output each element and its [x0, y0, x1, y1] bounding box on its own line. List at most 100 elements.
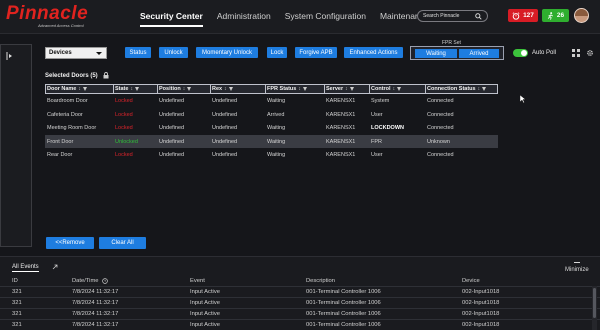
- sort-icon: ↕: [298, 86, 301, 92]
- event-type: Input Active: [190, 322, 220, 328]
- search-input[interactable]: [423, 13, 473, 19]
- event-row[interactable]: 321 7/8/2024 11:32:17 Input Active 001-T…: [0, 319, 600, 329]
- event-type: Input Active: [190, 311, 220, 317]
- col-position[interactable]: Position ↕: [158, 85, 211, 93]
- col-server[interactable]: Server ↕: [325, 85, 370, 93]
- col-door-name[interactable]: Door Name ↕: [46, 85, 114, 93]
- cell-connection: Connected: [427, 111, 454, 118]
- sort-icon: ↕: [78, 86, 81, 92]
- minimize-button[interactable]: Minimize: [565, 267, 589, 273]
- sort-icon: ↕: [130, 86, 133, 92]
- cell-server: KARENSX1: [326, 111, 356, 118]
- auto-poll-toggle[interactable]: [513, 49, 528, 57]
- cell-server: KARENSX1: [326, 98, 356, 104]
- nav-security-center[interactable]: Security Center: [140, 11, 203, 27]
- gear-icon[interactable]: [586, 49, 594, 57]
- alarm-count: 127: [523, 12, 534, 19]
- cell-state: Locked: [115, 125, 133, 132]
- selected-doors-title: Selected Doors (5): [45, 73, 98, 79]
- nav-administration[interactable]: Administration: [217, 11, 271, 27]
- col-datetime[interactable]: Date/Time: [72, 278, 99, 284]
- event-badge[interactable]: 26: [542, 9, 569, 22]
- col-id[interactable]: ID: [12, 278, 18, 284]
- cell-fpr-status: Arrived: [267, 111, 285, 118]
- event-id: 321: [12, 322, 22, 328]
- forgive-apb-button[interactable]: Forgive APB: [295, 47, 337, 58]
- event-id: 321: [12, 311, 22, 317]
- fpr-waiting-button[interactable]: Waiting: [415, 49, 457, 58]
- fpr-set-group: Waiting Arrived: [410, 46, 504, 60]
- table-row[interactable]: Boardroom Door Locked Undefined Undefine…: [45, 94, 498, 108]
- cell-connection: Unknown: [427, 138, 450, 145]
- col-device[interactable]: Device: [462, 278, 480, 284]
- device-tree-panel: [0, 44, 32, 247]
- cell-server: KARENSX1: [326, 125, 356, 132]
- event-datetime: 7/8/2024 11:32:17: [72, 311, 119, 317]
- cell-control: FPR: [371, 138, 382, 145]
- device-type-select[interactable]: Devices: [45, 47, 107, 59]
- pinnacle-logo[interactable]: Pinnacle Advanced Access Control: [6, 3, 106, 28]
- cell-door-name: Meeting Room Door: [47, 125, 97, 132]
- cell-server: KARENSX1: [326, 152, 356, 159]
- table-row[interactable]: Meeting Room Door Locked Undefined Undef…: [45, 121, 498, 135]
- event-row[interactable]: 321 7/8/2024 11:32:17 Input Active 001-T…: [0, 297, 600, 307]
- search-icon[interactable]: [475, 12, 482, 20]
- event-count: 26: [556, 12, 565, 19]
- lock-icon[interactable]: [103, 72, 109, 79]
- logo-wordmark: Pinnacle: [6, 3, 89, 24]
- logo-tagline: Advanced Access Control: [38, 23, 84, 28]
- table-header: Door Name ↕ State ↕ Position ↕ Rex ↕ FPR Sta…: [45, 84, 498, 94]
- filter-icon: [482, 87, 487, 91]
- col-connection-status[interactable]: Connection Status ↕: [426, 85, 497, 93]
- event-row[interactable]: 321 7/8/2024 11:32:17 Input Active 001-T…: [0, 286, 600, 296]
- status-button[interactable]: Status: [125, 47, 151, 58]
- col-rex[interactable]: Rex ↕: [211, 85, 266, 93]
- enhanced-actions-button[interactable]: Enhanced Actions: [344, 47, 403, 58]
- event-row[interactable]: 321 7/8/2024 11:32:17 Input Active 001-T…: [0, 308, 600, 318]
- cell-door-name: Rear Door: [47, 152, 73, 159]
- clock-icon: [102, 278, 108, 286]
- nav-system-configuration[interactable]: System Configuration: [285, 11, 366, 27]
- momentary-unlock-button[interactable]: Momentary Unlock: [196, 47, 258, 58]
- cell-door-name: Cafeteria Door: [47, 111, 83, 118]
- cell-connection: Connected: [427, 125, 454, 132]
- col-label: State: [115, 86, 129, 92]
- col-event[interactable]: Event: [190, 278, 205, 284]
- table-row[interactable]: Cafeteria Door Locked Undefined Undefine…: [45, 108, 498, 122]
- events-scrollbar[interactable]: [592, 286, 597, 330]
- auto-poll-label: Auto Poll: [532, 50, 557, 56]
- remove-button[interactable]: <<Remove: [46, 237, 94, 249]
- events-header: ID Date/Time Event Description Device: [0, 276, 600, 286]
- chevron-down-icon: [96, 52, 102, 55]
- cell-rex: Undefined: [212, 138, 238, 145]
- fpr-arrived-button[interactable]: Arrived: [459, 49, 499, 58]
- main-nav: Security Center Administration System Co…: [140, 11, 429, 27]
- col-fpr-status[interactable]: FPR Status ↕: [266, 85, 325, 93]
- event-type: Input Active: [190, 289, 220, 295]
- sort-icon: ↕: [224, 86, 227, 92]
- col-control[interactable]: Control ↕: [370, 85, 426, 93]
- unlock-button[interactable]: Unlock: [159, 47, 188, 58]
- col-label: Rex: [212, 86, 223, 92]
- panel-expand-icon[interactable]: [5, 51, 15, 61]
- table-row[interactable]: Front Door Unlocked Undefined Undefined …: [45, 134, 498, 149]
- alarm-badge[interactable]: 127: [508, 9, 538, 22]
- search-box[interactable]: [417, 10, 488, 22]
- col-label: Control: [371, 86, 391, 92]
- event-device: 002-Input1018: [462, 322, 500, 328]
- user-avatar[interactable]: [574, 8, 589, 23]
- top-bar: Pinnacle Advanced Access Control Securit…: [0, 0, 600, 34]
- lock-button[interactable]: Lock: [267, 47, 287, 58]
- col-description[interactable]: Description: [306, 278, 335, 284]
- cell-state: Locked: [115, 98, 133, 104]
- col-label: Connection Status: [427, 86, 476, 92]
- cell-rex: Undefined: [212, 98, 238, 104]
- table-row[interactable]: Rear Door Locked Undefined Undefined Wai…: [45, 148, 498, 162]
- col-state[interactable]: State ↕: [114, 85, 158, 93]
- popout-icon[interactable]: [52, 264, 58, 270]
- grid-layout-icon[interactable]: [572, 49, 581, 57]
- clear-all-button[interactable]: Clear All: [99, 237, 146, 249]
- cell-door-name: Front Door: [47, 138, 74, 145]
- all-events-tab[interactable]: All Events: [12, 264, 39, 272]
- sort-icon: ↕: [182, 86, 186, 92]
